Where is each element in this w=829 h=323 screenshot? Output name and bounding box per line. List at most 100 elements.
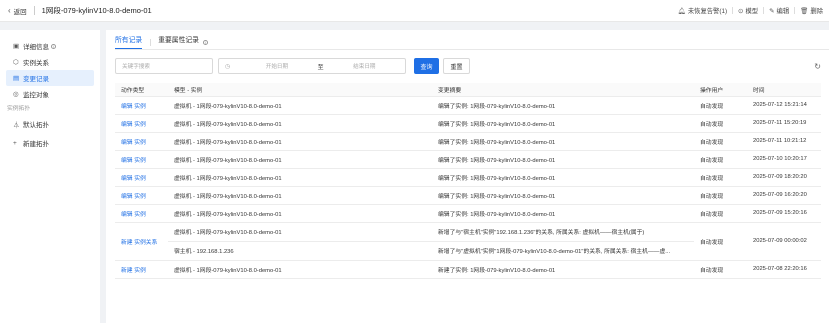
calendar-icon: ◷ [225,63,231,70]
divider [150,38,152,46]
action-type-link[interactable]: 编辑 实例 [115,132,168,151]
instance-cell: 虚拟机 - 1网段-079-kylinV10-8.0-demo-01 [168,132,432,151]
top-bar: ‹ 返回 1网段-079-kylinV10-8.0-demo-01 🔔︎ 未恢复… [0,0,829,22]
user-cell: 自动发现 [694,96,747,115]
column-header: 模型 - 实例 [168,83,432,97]
user-cell: 自动发现 [694,186,747,205]
user-cell: 自动发现 [694,168,747,187]
sidebar-item-label: 详细信息 [23,44,49,51]
keyword-search-input[interactable]: 关键字搜索 [115,58,213,74]
page-title: 1网段-079-kylinV10-8.0-demo-01 [41,6,152,15]
sidebar-item-monitor[interactable]: ◎ 监控对象 [6,86,94,102]
summary-cell: 新增了与"虚拟机"实例"1网段-079-kylinV10-8.0-demo-01… [432,241,694,261]
search-button[interactable]: 查询 [414,58,439,74]
summary-cell: 编辑了实例: 1网段-079-kylinV10-8.0-demo-01 [432,96,694,115]
summary-cell: 编辑了实例: 1网段-079-kylinV10-8.0-demo-01 [432,168,694,187]
edit-icon: ✎ [769,7,775,15]
back-button[interactable]: ‹ 返回 [0,6,27,16]
sidebar: ▣ 详细信息 i ⬡ 实例关系 ▤ 变更记录 ◎ 监控对象 实例拓扑 ⏃ 默认拓… [0,30,100,323]
time-cell: 2025-07-11 10:21:12 [747,132,821,151]
divider [763,7,765,14]
edit-button[interactable]: ✎ 编辑 [769,6,790,16]
time-cell: 2025-07-12 15:21:14 [747,96,821,115]
divider [33,6,35,15]
user-cell: 自动发现 [694,132,747,151]
edit-label: 编辑 [776,8,790,15]
info-icon: i [202,39,208,45]
time-cell: 2025-07-09 16:20:20 [747,186,821,205]
instance-cell: 宿主机 - 192.168.1.236 [168,241,432,261]
start-date-input[interactable]: 开始日期 [236,62,317,70]
main-content: 所有记录 重要属性记录 i 关键字搜索 ◷ 开始日期 至 结束日期 查询 重置 … [106,30,829,323]
delete-button[interactable]: 🗑︎ 删除 [800,6,823,16]
detail-icon: ▣ [13,43,20,50]
table-row: 编辑 实例 虚拟机 - 1网段-079-kylinV10-8.0-demo-01… [115,168,821,187]
time-cell: 2025-07-09 18:20:20 [747,168,821,187]
sidebar-group-title: 实例拓扑 [7,106,31,112]
sidebar-item-default-topology[interactable]: ⏃ 默认拓扑 [6,116,94,132]
tab-important-records[interactable]: 重要属性记录 [158,35,199,49]
date-range-picker[interactable]: ◷ 开始日期 至 结束日期 [218,58,406,74]
user-cell: 自动发现 [694,150,747,169]
table-row: 新建 实例关系 虚拟机 - 1网段-079-kylinV10-8.0-demo-… [115,222,821,261]
action-type-link[interactable]: 编辑 实例 [115,96,168,115]
instance-cell: 虚拟机 - 1网段-079-kylinV10-8.0-demo-01 [168,222,432,242]
plus-icon: + [13,139,17,147]
model-icon: ⊙ [738,7,744,15]
delete-label: 删除 [810,8,823,15]
action-type-link[interactable]: 新建 实例关系 [115,222,168,261]
end-date-input[interactable]: 结束日期 [324,62,405,70]
column-header: 变更摘要 [432,83,694,97]
time-cell: 2025-07-09 15:20:16 [747,204,821,223]
tab-underline [115,49,829,50]
sidebar-item-label: 实例关系 [23,60,49,67]
alarm-label: 未恢复告警(1) [687,8,728,15]
summary-cell: 新增了与"宿主机"实例"192.168.1.236"的关系, 所属关系: 虚拟机… [432,222,694,242]
summary-cell: 编辑了实例: 1网段-079-kylinV10-8.0-demo-01 [432,114,694,133]
instance-cell: 虚拟机 - 1网段-079-kylinV10-8.0-demo-01 [168,186,432,205]
summary-cell: 编辑了实例: 1网段-079-kylinV10-8.0-demo-01 [432,132,694,151]
trash-icon: 🗑︎ [800,7,809,15]
time-cell: 2025-07-09 00:00:02 [747,222,821,261]
table-row: 新建 实例 虚拟机 - 1网段-079-kylinV10-8.0-demo-01… [115,260,821,279]
instance-cell: 虚拟机 - 1网段-079-kylinV10-8.0-demo-01 [168,204,432,223]
header-actions: 🔔︎ 未恢复告警(1) ⊙ 模型 ✎ 编辑 🗑︎ 删除 [678,6,829,15]
reset-button[interactable]: 重置 [443,58,470,74]
instance-cell: 虚拟机 - 1网段-079-kylinV10-8.0-demo-01 [168,150,432,169]
action-type-link[interactable]: 编辑 实例 [115,150,168,169]
time-cell: 2025-07-08 22:20:16 [747,260,821,279]
time-cell: 2025-07-10 10:20:17 [747,150,821,169]
model-button[interactable]: ⊙ 模型 [738,6,758,16]
tab-all-records[interactable]: 所有记录 [115,35,143,49]
time-cell: 2025-07-11 15:20:19 [747,114,821,133]
action-type-link[interactable]: 编辑 实例 [115,168,168,187]
alarm-button[interactable]: 🔔︎ 未恢复告警(1) [677,6,728,16]
instance-cell: 虚拟机 - 1网段-079-kylinV10-8.0-demo-01 [168,168,432,187]
table-row: 编辑 实例 虚拟机 - 1网段-079-kylinV10-8.0-demo-01… [115,150,821,169]
refresh-icon[interactable]: ↻ [814,62,821,71]
action-type-link[interactable]: 新建 实例 [115,260,168,279]
action-type-link[interactable]: 编辑 实例 [115,186,168,205]
table-row: 编辑 实例 虚拟机 - 1网段-079-kylinV10-8.0-demo-01… [115,96,821,115]
summary-cell: 编辑了实例: 1网段-079-kylinV10-8.0-demo-01 [432,204,694,223]
monitor-icon: ◎ [13,91,19,98]
table-row: 编辑 实例 虚拟机 - 1网段-079-kylinV10-8.0-demo-01… [115,204,821,223]
sidebar-item-change-record[interactable]: ▤ 变更记录 [6,70,94,86]
summary-cell: 编辑了实例: 1网段-079-kylinV10-8.0-demo-01 [432,186,694,205]
sidebar-item-new-topology[interactable]: + 新建拓扑 [6,135,94,151]
topology-icon: ⏃ [13,122,20,129]
user-cell: 自动发现 [694,204,747,223]
action-type-link[interactable]: 编辑 实例 [115,114,168,133]
sidebar-item-relation[interactable]: ⬡ 实例关系 [6,54,94,70]
action-type-link[interactable]: 编辑 实例 [115,204,168,223]
sidebar-item-detail[interactable]: ▣ 详细信息 i [6,38,94,54]
info-icon: i [51,43,56,49]
sidebar-item-label: 新建拓扑 [23,141,49,148]
filter-bar: 关键字搜索 ◷ 开始日期 至 结束日期 查询 重置 ↻ [115,58,821,74]
relation-icon: ⬡ [13,59,19,66]
column-header: 操作用户 [694,83,747,97]
bell-icon: 🔔︎ [677,7,686,15]
divider [794,7,796,14]
column-header: 时间 [747,83,821,97]
summary-cell: 编辑了实例: 1网段-079-kylinV10-8.0-demo-01 [432,150,694,169]
